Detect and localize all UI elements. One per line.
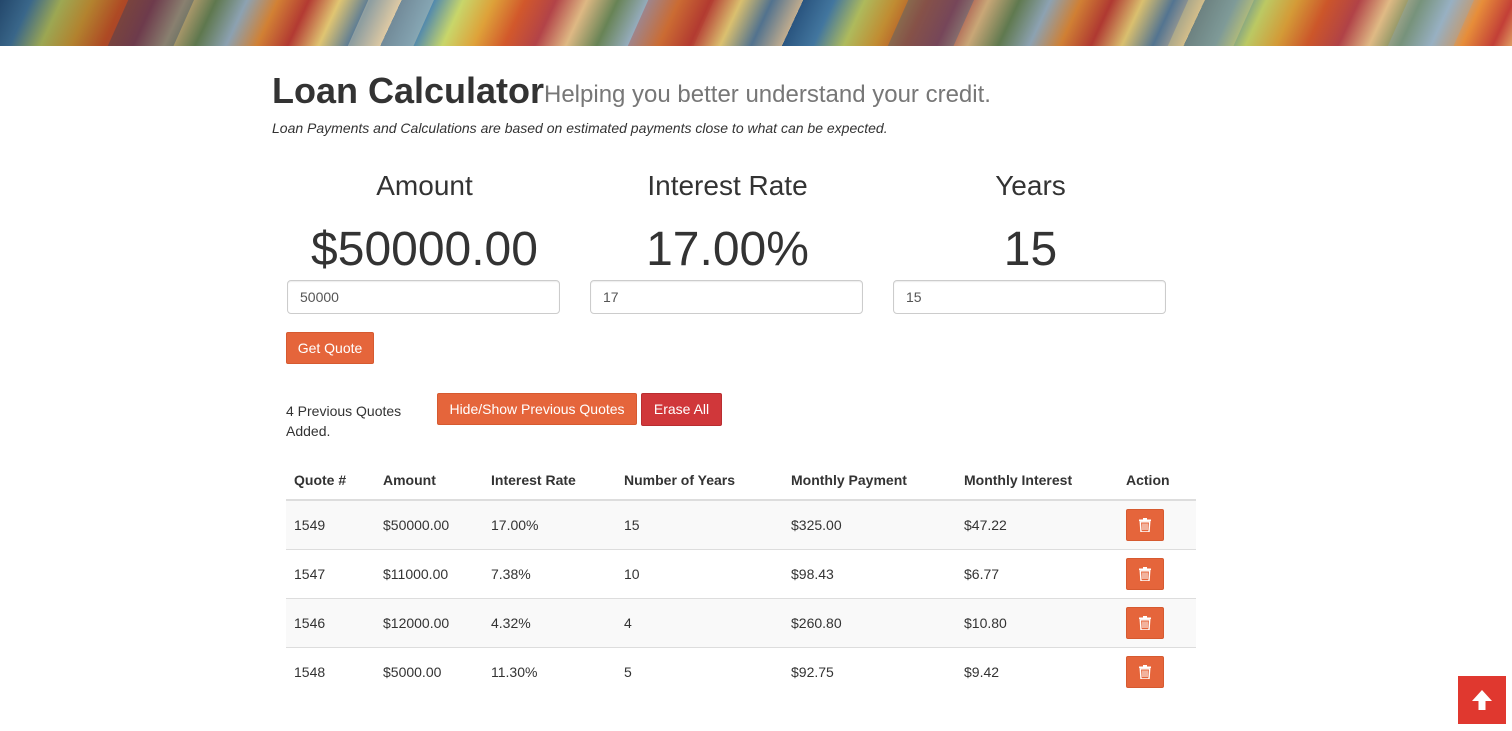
quote-years: 10 xyxy=(616,548,783,598)
delete-quote-button[interactable] xyxy=(1126,606,1164,639)
quote-payment: $325.00 xyxy=(783,499,956,549)
column-header: Amount xyxy=(375,461,483,501)
table-row: 1549 $50000.00 17.00% 15 $325.00 $47.22 xyxy=(286,499,1196,549)
amount-panel: Amount $50000.00 xyxy=(287,168,562,314)
trash-icon xyxy=(1139,664,1151,679)
quote-years: 4 xyxy=(616,597,783,647)
quote-interest: $6.77 xyxy=(956,548,1118,598)
years-panel: Years 15 xyxy=(893,168,1168,314)
arrow-up-icon xyxy=(1472,690,1492,710)
rate-value: 17.00% xyxy=(646,223,809,276)
table-header-row: Quote # Amount Interest Rate Number of Y… xyxy=(286,461,1196,501)
quote-amount: $11000.00 xyxy=(375,548,483,598)
quote-number: 1548 xyxy=(286,646,375,696)
column-header: Monthly Payment xyxy=(783,461,956,501)
column-header: Quote # xyxy=(286,461,375,501)
quote-payment: $260.80 xyxy=(783,597,956,647)
scroll-to-top-button[interactable] xyxy=(1458,676,1506,724)
amount-input[interactable] xyxy=(287,280,560,314)
quote-rate: 4.32% xyxy=(483,597,616,647)
quote-number: 1547 xyxy=(286,548,375,598)
years-label: Years xyxy=(995,170,1066,201)
quote-interest: $10.80 xyxy=(956,597,1118,647)
table-row: 1546 $12000.00 4.32% 4 $260.80 $10.80 xyxy=(286,597,1196,647)
quote-number: 1546 xyxy=(286,597,375,647)
toggle-previous-quotes-button[interactable]: Hide/Show Previous Quotes xyxy=(437,393,637,425)
delete-quote-button[interactable] xyxy=(1126,557,1164,590)
quote-years: 5 xyxy=(616,646,783,696)
disclaimer-note: Loan Payments and Calculations are based… xyxy=(272,120,888,136)
rate-input[interactable] xyxy=(590,280,863,314)
years-value: 15 xyxy=(1003,223,1058,276)
quote-amount: $12000.00 xyxy=(375,597,483,647)
trash-icon xyxy=(1139,615,1151,630)
quote-interest: $47.22 xyxy=(956,499,1118,549)
column-header: Interest Rate xyxy=(483,461,616,501)
table-row: 1547 $11000.00 7.38% 10 $98.43 $6.77 xyxy=(286,548,1196,598)
quote-years: 15 xyxy=(616,499,783,549)
amount-label: Amount xyxy=(376,170,473,201)
erase-all-button[interactable]: Erase All xyxy=(641,393,722,426)
table-row: 1548 $5000.00 11.30% 5 $92.75 $9.42 xyxy=(286,646,1196,696)
quote-rate: 7.38% xyxy=(483,548,616,598)
amount-value: $50000.00 xyxy=(311,223,538,276)
quote-payment: $98.43 xyxy=(783,548,956,598)
column-header: Number of Years xyxy=(616,461,783,501)
quote-number: 1549 xyxy=(286,499,375,549)
column-header: Action xyxy=(1118,461,1196,501)
rate-label: Interest Rate xyxy=(647,170,808,201)
column-header: Monthly Interest xyxy=(956,461,1118,501)
quote-rate: 11.30% xyxy=(483,646,616,696)
page-subtitle: Helping you better understand your credi… xyxy=(544,81,991,108)
delete-quote-button[interactable] xyxy=(1126,508,1164,541)
quotes-status: 4 Previous Quotes Added. xyxy=(286,403,402,439)
page-title: Loan Calculator xyxy=(272,70,545,111)
years-input[interactable] xyxy=(893,280,1166,314)
quotes-table: Quote # Amount Interest Rate Number of Y… xyxy=(286,461,1196,696)
get-quote-button[interactable]: Get Quote xyxy=(286,332,374,364)
quote-rate: 17.00% xyxy=(483,499,616,549)
trash-icon xyxy=(1139,517,1151,532)
delete-quote-button[interactable] xyxy=(1126,655,1164,688)
quote-interest: $9.42 xyxy=(956,646,1118,696)
currency-banner-image xyxy=(0,0,1512,46)
quote-amount: $50000.00 xyxy=(375,499,483,549)
quote-amount: $5000.00 xyxy=(375,646,483,696)
trash-icon xyxy=(1139,566,1151,581)
quote-payment: $92.75 xyxy=(783,646,956,696)
rate-panel: Interest Rate 17.00% xyxy=(590,168,865,314)
